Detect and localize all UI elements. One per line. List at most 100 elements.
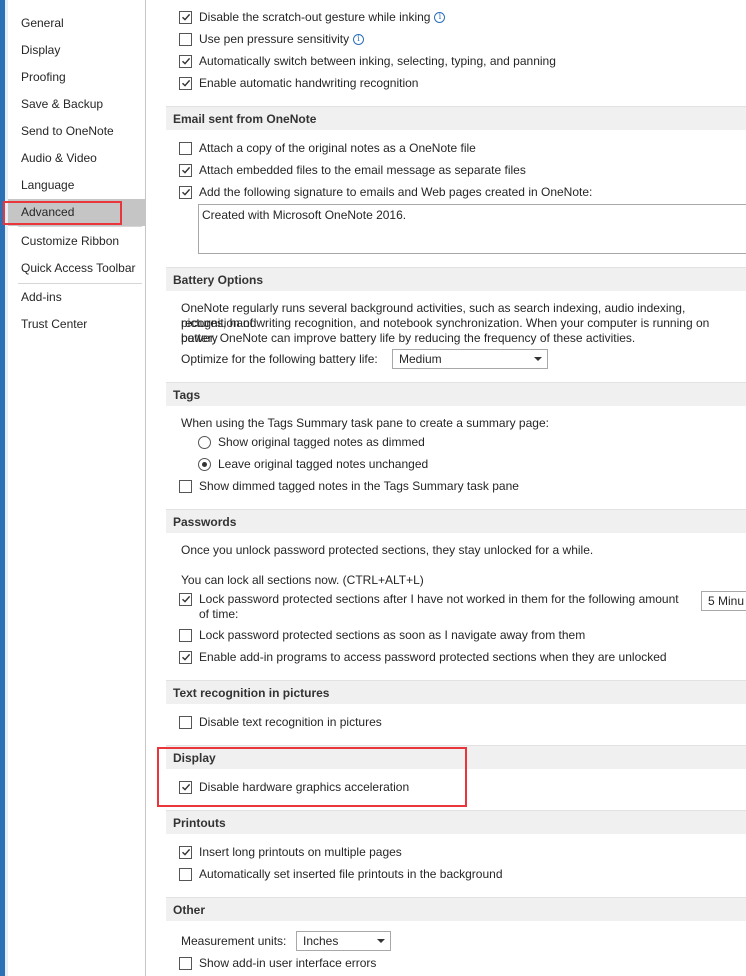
sidebar-item-label: Customize Ribbon [21, 234, 120, 248]
option-show-dimmed-pane[interactable]: Show dimmed tagged notes in the Tags Sum… [179, 477, 519, 495]
sidebar-item-customize-ribbon[interactable]: Customize Ribbon [8, 228, 146, 255]
option-label: Automatically set inserted file printout… [199, 867, 503, 881]
option-label: Show dimmed tagged notes in the Tags Sum… [199, 479, 519, 493]
checkbox-unchecked[interactable] [179, 32, 192, 46]
select-value: Medium [399, 352, 442, 366]
chevron-down-icon [534, 357, 542, 361]
checkbox-unchecked[interactable] [179, 867, 192, 881]
info-icon[interactable]: i [353, 33, 365, 45]
checkbox-checked[interactable] [179, 54, 192, 68]
passwords-lock-now: You can lock all sections now. (CTRL+ALT… [181, 573, 424, 587]
option-label: Insert long printouts on multiple pages [199, 845, 402, 859]
radio-selected[interactable] [198, 457, 211, 471]
section-header-tags: Tags [166, 382, 746, 406]
option-label-continued: of time: [199, 607, 239, 621]
option-label: Lock password protected sections after I… [199, 592, 679, 606]
select-value: Inches [303, 934, 339, 948]
checkbox-unchecked[interactable] [179, 479, 192, 493]
battery-life-select[interactable]: Medium [392, 349, 548, 369]
sidebar-item-label: Trust Center [21, 317, 88, 331]
checkbox-checked[interactable] [179, 650, 192, 664]
option-leave-unchanged[interactable]: Leave original tagged notes unchanged [198, 455, 428, 473]
measurement-units-select[interactable]: Inches [296, 931, 391, 951]
option-label: Enable automatic handwriting recognition [199, 76, 419, 90]
sidebar-item-display[interactable]: Display [8, 37, 146, 64]
sidebar-divider [18, 226, 142, 227]
window-edge [0, 0, 8, 976]
checkbox-checked[interactable] [179, 163, 192, 177]
checkbox-checked[interactable] [179, 76, 192, 90]
option-long-printouts[interactable]: Insert long printouts on multiple pages [179, 843, 402, 861]
radio-unselected[interactable] [198, 435, 211, 449]
select-value: 5 Minu [708, 594, 745, 608]
section-header-printouts: Printouts [166, 810, 746, 834]
option-label: Add the following signature to emails an… [199, 185, 593, 199]
section-header-battery: Battery Options [166, 267, 746, 291]
checkbox-unchecked[interactable] [179, 715, 192, 729]
sidebar-item-general[interactable]: General [8, 10, 146, 37]
option-label: Show original tagged notes as dimmed [218, 435, 425, 449]
sidebar-item-language[interactable]: Language [8, 172, 146, 199]
section-header-text-recognition: Text recognition in pictures [166, 680, 746, 704]
info-icon[interactable]: i [434, 11, 446, 23]
option-lock-navigate[interactable]: Lock password protected sections as soon… [179, 626, 585, 644]
option-auto-switch[interactable]: Automatically switch between inking, sel… [179, 52, 556, 70]
sidebar-item-quick-access-toolbar[interactable]: Quick Access Toolbar [8, 255, 146, 282]
highlight-advanced-box [3, 201, 122, 225]
signature-textarea[interactable]: Created with Microsoft OneNote 2016. [198, 204, 746, 254]
checkbox-checked[interactable] [179, 592, 192, 606]
option-label: Automatically switch between inking, sel… [199, 54, 556, 68]
sidebar-item-send-to-onenote[interactable]: Send to OneNote [8, 118, 146, 145]
tags-intro: When using the Tags Summary task pane to… [181, 416, 549, 430]
checkbox-unchecked[interactable] [179, 141, 192, 155]
sidebar-item-save-backup[interactable]: Save & Backup [8, 91, 146, 118]
option-label: Enable add-in programs to access passwor… [199, 650, 667, 664]
option-addin-access[interactable]: Enable add-in programs to access passwor… [179, 648, 667, 666]
sidebar-item-trust-center[interactable]: Trust Center [8, 311, 146, 338]
option-label: Attach a copy of the original notes as a… [199, 141, 476, 155]
option-attach-embedded[interactable]: Attach embedded files to the email messa… [179, 161, 526, 179]
section-header-email: Email sent from OneNote [166, 106, 746, 130]
section-header-passwords: Passwords [166, 509, 746, 533]
option-disable-text-recognition[interactable]: Disable text recognition in pictures [179, 713, 382, 731]
option-label: Disable text recognition in pictures [199, 715, 382, 729]
sidebar-item-label: Send to OneNote [21, 124, 114, 138]
advanced-options-panel: Disable the scratch-out gesture while in… [166, 0, 746, 976]
sidebar-item-label: Proofing [21, 70, 66, 84]
scroll-gutter [146, 0, 166, 976]
sidebar-item-label: Display [21, 43, 61, 57]
sidebar-item-add-ins[interactable]: Add-ins [8, 284, 146, 311]
sidebar-item-label: Quick Access Toolbar [21, 261, 136, 275]
sidebar-item-label: General [21, 16, 64, 30]
option-add-signature[interactable]: Add the following signature to emails an… [179, 183, 592, 201]
option-label: Use pen pressure sensitivity [199, 32, 350, 46]
option-label: Disable the scratch-out gesture while in… [199, 10, 431, 24]
checkbox-checked[interactable] [179, 845, 192, 859]
section-header-other: Other [166, 897, 746, 921]
sidebar-item-audio-video[interactable]: Audio & Video [8, 145, 146, 172]
option-pen-pressure[interactable]: Use pen pressure sensitivity i [179, 30, 365, 48]
option-addin-errors[interactable]: Show add-in user interface errors [179, 954, 376, 972]
options-sidebar: General Display Proofing Save & Backup S… [8, 0, 146, 976]
checkbox-unchecked[interactable] [179, 956, 192, 970]
option-label: Attach embedded files to the email messa… [199, 163, 526, 177]
option-label: Show add-in user interface errors [199, 956, 377, 970]
chevron-down-icon [377, 939, 385, 943]
option-handwriting[interactable]: Enable automatic handwriting recognition [179, 74, 418, 92]
option-attach-copy[interactable]: Attach a copy of the original notes as a… [179, 139, 476, 157]
lock-after-time-select[interactable]: 5 Minu [701, 591, 746, 611]
checkbox-checked[interactable] [179, 185, 192, 199]
sidebar-item-proofing[interactable]: Proofing [8, 64, 146, 91]
option-auto-background[interactable]: Automatically set inserted file printout… [179, 865, 503, 883]
battery-description-line: power, OneNote can improve battery life … [181, 331, 636, 345]
option-show-dimmed[interactable]: Show original tagged notes as dimmed [198, 433, 425, 451]
passwords-intro: Once you unlock password protected secti… [181, 543, 594, 557]
sidebar-item-label: Audio & Video [21, 151, 97, 165]
checkbox-checked[interactable] [179, 10, 192, 24]
option-scratch-out[interactable]: Disable the scratch-out gesture while in… [179, 8, 446, 26]
sidebar-item-label: Language [21, 178, 75, 192]
checkbox-unchecked[interactable] [179, 628, 192, 642]
highlight-display-box [157, 747, 467, 807]
option-label: Leave original tagged notes unchanged [218, 457, 429, 471]
option-lock-after[interactable]: Lock password protected sections after I… [179, 590, 679, 608]
